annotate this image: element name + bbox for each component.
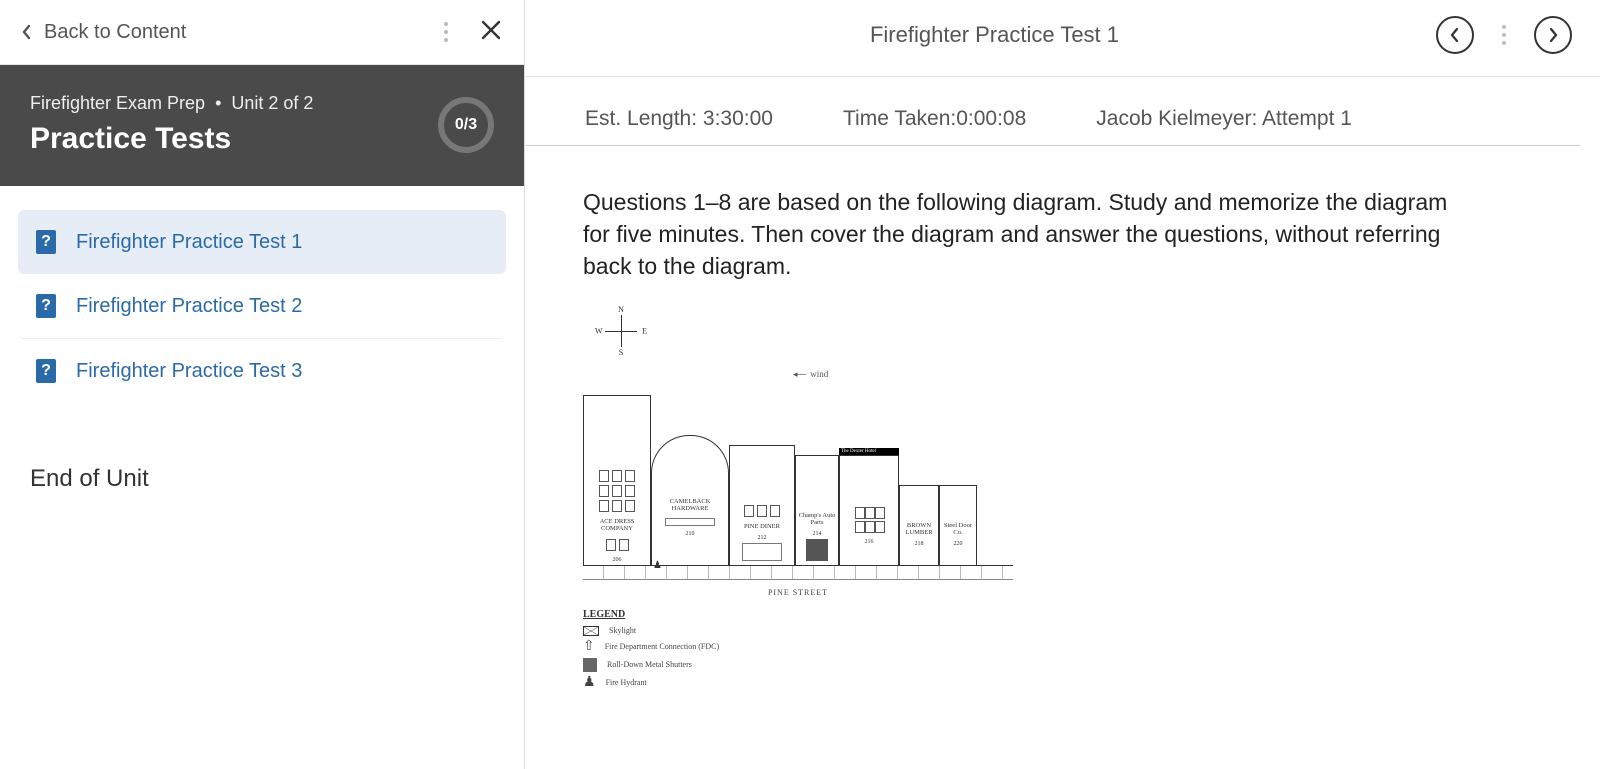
unit-number: Unit 2 of 2: [231, 93, 313, 113]
attempt-label: Jacob Kielmeyer: Attempt 1: [1096, 107, 1352, 131]
unit-title: Practice Tests: [30, 122, 313, 156]
unit-meta: Firefighter Exam Prep • Unit 2 of 2: [30, 93, 313, 114]
est-length-label: Est. Length:: [585, 107, 703, 130]
legend-row: ⇧ Fire Department Connection (FDC): [583, 640, 1013, 654]
legend-label: Fire Hydrant: [606, 678, 647, 687]
sidebar-item-test-3[interactable]: ? Firefighter Practice Test 3: [18, 339, 506, 403]
quiz-icon: ?: [36, 359, 56, 383]
quiz-icon: ?: [36, 294, 56, 318]
building-label: CAMELBACK HARDWARE: [654, 498, 726, 512]
compass-e: E: [642, 326, 647, 335]
quiz-icon: ?: [36, 230, 56, 254]
building-addr: 214: [813, 531, 822, 537]
test-item-label: Firefighter Practice Test 3: [76, 360, 302, 383]
fire-hydrant-icon: ♟: [653, 560, 662, 571]
building-champs: Champ's Auto Parts 214: [795, 455, 839, 565]
building-label: Champ's Auto Parts: [798, 512, 836, 526]
time-taken-label: Time Taken:: [843, 107, 956, 130]
wind-label: wind: [810, 369, 828, 379]
question-instructions: Questions 1–8 are based on the following…: [583, 186, 1463, 283]
legend-title: LEGEND: [583, 609, 1013, 620]
progress-ring: 0/3: [438, 97, 494, 153]
main-header: Firefighter Practice Test 1: [525, 0, 1600, 77]
building-ace: ACE DRESS COMPANY 206: [583, 395, 651, 565]
sidebar-top-bar: Back to Content: [0, 0, 524, 65]
building-label: ACE DRESS COMPANY: [586, 518, 648, 532]
compass-s: S: [619, 348, 623, 357]
building-addr: 206: [613, 557, 622, 563]
sidewalk: ♟: [583, 566, 1013, 580]
page-title: Firefighter Practice Test 1: [553, 22, 1436, 48]
back-label: Back to Content: [44, 21, 186, 44]
end-of-unit-label: End of Unit: [0, 427, 524, 531]
next-button[interactable]: [1534, 16, 1572, 54]
street-name: PINE STREET: [583, 588, 1013, 597]
sidebar: Back to Content Firefighter Exam Prep • …: [0, 0, 525, 769]
chevron-left-icon: [22, 24, 32, 40]
sidebar-item-test-1[interactable]: ? Firefighter Practice Test 1: [18, 210, 506, 274]
building-addr: 212: [758, 535, 767, 541]
building-addr: 210: [686, 531, 695, 537]
skylight-icon: [583, 626, 599, 636]
buildings-row: ACE DRESS COMPANY 206 CAMELBACK HARDWARE…: [583, 386, 1013, 566]
content-scroll[interactable]: Questions 1–8 are based on the following…: [525, 146, 1600, 769]
wind-indicator: ◂── wind: [793, 369, 1013, 380]
building-addr: 218: [915, 541, 924, 547]
est-length: Est. Length: 3:30:00: [585, 107, 773, 131]
diagram: N S E W ◂── wind ACE DRESS COMPANY 206 C…: [583, 307, 1013, 690]
time-taken: Time Taken:0:00:08: [843, 107, 1026, 131]
prev-button[interactable]: [1436, 16, 1474, 54]
legend-label: Skylight: [609, 626, 636, 635]
building-addr: 216: [865, 539, 874, 545]
more-menu-icon[interactable]: [440, 18, 452, 46]
back-to-content-link[interactable]: Back to Content: [22, 21, 440, 44]
unit-header: Firefighter Exam Prep • Unit 2 of 2 Prac…: [0, 65, 524, 186]
close-icon[interactable]: [480, 19, 502, 45]
building-steel: Steel Door Co. 220: [939, 485, 977, 565]
building-addr: 220: [954, 541, 963, 547]
building-dexter: The Dexter Hotel 216: [839, 448, 899, 565]
time-taken-value: 0:00:08: [956, 107, 1026, 130]
building-pine-diner: PINE DINER 212: [729, 445, 795, 565]
building-label: Steel Door Co.: [942, 522, 974, 536]
sidebar-top-actions: [440, 18, 502, 46]
shutter-icon: [806, 539, 828, 561]
legend-row: Roll-Down Metal Shutters: [583, 658, 1013, 672]
test-list: ? Firefighter Practice Test 1 ? Firefigh…: [0, 186, 524, 427]
compass-w: W: [595, 326, 603, 335]
fdc-icon: ⇧: [583, 640, 595, 654]
building-brown: BROWN LUMBER 218: [899, 485, 939, 565]
building-sign: The Dexter Hotel: [839, 448, 899, 455]
course-name: Firefighter Exam Prep: [30, 93, 205, 113]
info-bar: Est. Length: 3:30:00 Time Taken:0:00:08 …: [525, 77, 1580, 146]
compass-icon: N S E W: [597, 307, 645, 355]
building-camelback: CAMELBACK HARDWARE 210: [651, 435, 729, 565]
fire-hydrant-icon: ♟: [583, 676, 596, 690]
test-item-label: Firefighter Practice Test 1: [76, 231, 302, 254]
more-menu-icon[interactable]: [1498, 21, 1510, 49]
shutter-icon: [583, 658, 597, 672]
unit-header-text: Firefighter Exam Prep • Unit 2 of 2 Prac…: [30, 93, 313, 156]
legend-label: Fire Department Connection (FDC): [605, 642, 719, 651]
arrow-left-icon: ◂──: [793, 369, 804, 380]
main-header-actions: [1436, 16, 1572, 54]
main: Firefighter Practice Test 1 Est. Length:…: [525, 0, 1600, 769]
est-length-value: 3:30:00: [703, 107, 773, 130]
test-item-label: Firefighter Practice Test 2: [76, 295, 302, 318]
compass-n: N: [618, 305, 624, 314]
building-label: PINE DINER: [744, 523, 780, 530]
legend-label: Roll-Down Metal Shutters: [607, 660, 692, 669]
legend-row: Skylight: [583, 626, 1013, 636]
sidebar-item-test-2[interactable]: ? Firefighter Practice Test 2: [18, 274, 506, 339]
legend-row: ♟ Fire Hydrant: [583, 676, 1013, 690]
building-label: BROWN LUMBER: [902, 522, 936, 536]
